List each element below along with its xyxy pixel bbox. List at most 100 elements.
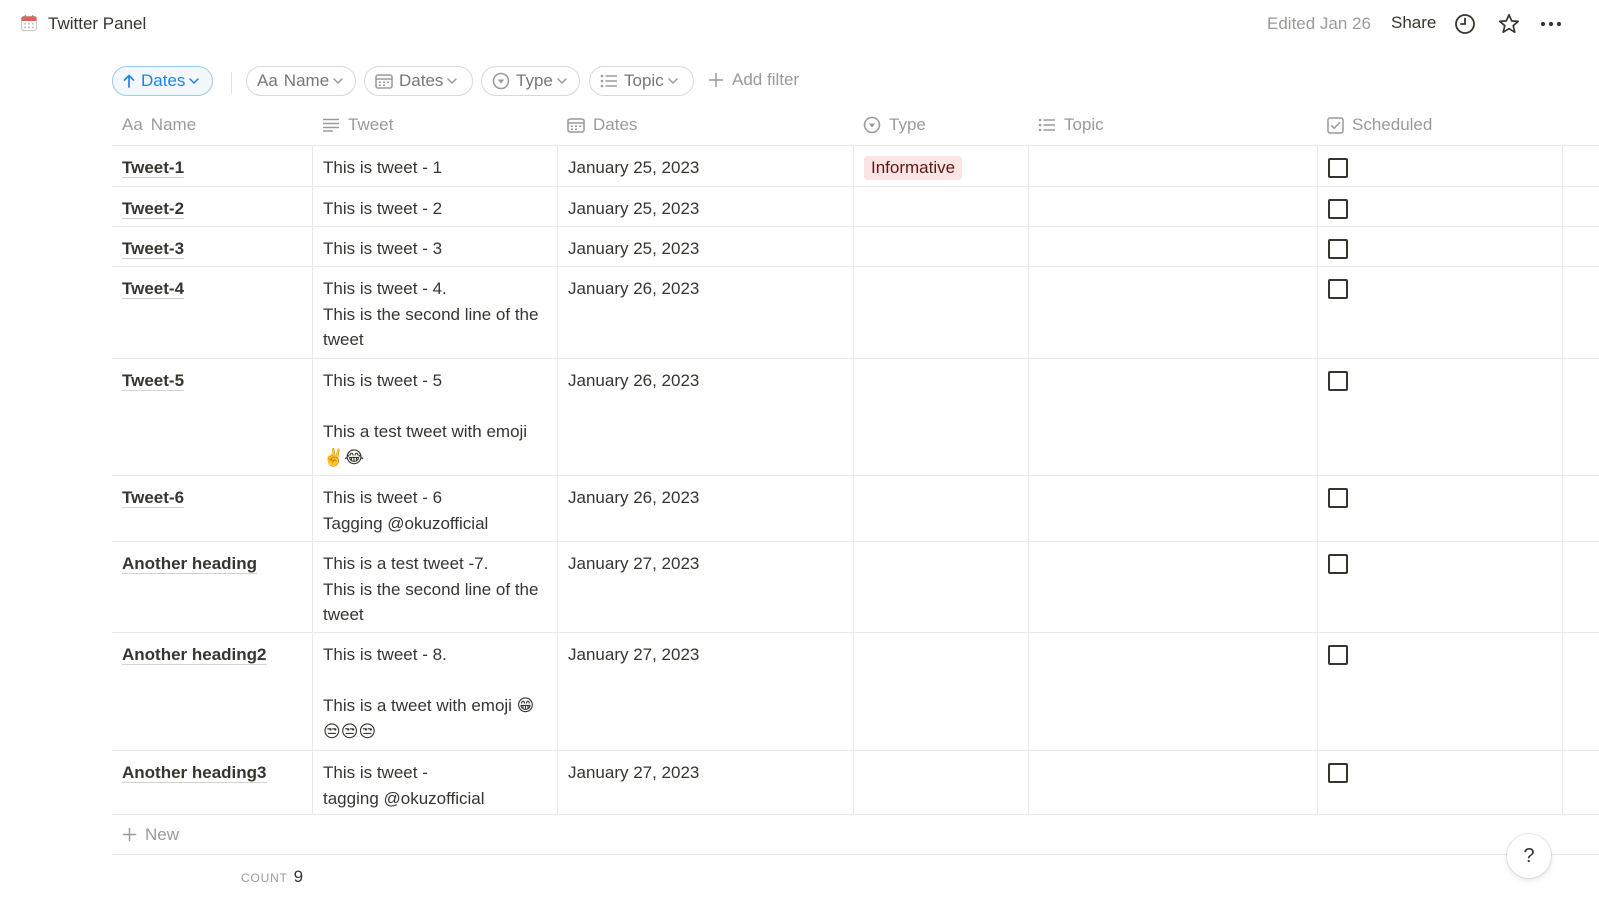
scheduled-checkbox[interactable] — [1328, 645, 1348, 665]
column-header-type[interactable]: Type — [863, 104, 926, 146]
column-header-dates[interactable]: Dates — [567, 104, 637, 146]
star-icon[interactable] — [1497, 12, 1521, 36]
page-title[interactable]: Twitter Panel — [48, 14, 146, 34]
column-header-scheduled[interactable]: Scheduled — [1327, 104, 1432, 146]
scheduled-checkbox[interactable] — [1328, 488, 1348, 508]
tweet-text: This is a test tweet -7. This is the sec… — [323, 554, 539, 625]
column-header-tweet[interactable]: Tweet — [322, 104, 393, 146]
type-cell[interactable] — [853, 476, 1028, 541]
type-cell[interactable] — [853, 359, 1028, 475]
date-cell[interactable]: January 26, 2023 — [557, 359, 853, 475]
name-cell: Tweet-5 — [112, 359, 312, 475]
top-bar: Twitter Panel Edited Jan 26 Share — [0, 0, 1599, 48]
table-row[interactable]: Tweet-4 This is tweet - 4. This is the s… — [112, 267, 1599, 359]
tweet-cell[interactable]: This is tweet - 6 Tagging @okuzofficial — [312, 476, 557, 541]
filter-chip-name[interactable]: Aa Name — [246, 66, 356, 96]
type-cell[interactable] — [853, 542, 1028, 632]
filter-chip-dates[interactable]: Dates — [364, 66, 473, 96]
date-text: January 25, 2023 — [568, 199, 700, 218]
date-cell[interactable]: January 25, 2023 — [557, 187, 853, 226]
table-row[interactable]: Tweet-3 This is tweet - 3 January 25, 20… — [112, 227, 1599, 267]
column-header-topic[interactable]: Topic — [1038, 104, 1104, 146]
row-title-link[interactable]: Tweet-6 — [122, 488, 185, 508]
scheduled-checkbox[interactable] — [1328, 239, 1348, 259]
tweet-cell[interactable]: This is a test tweet -7. This is the sec… — [312, 542, 557, 632]
tweet-text: This is tweet - tagging @okuzofficial — [323, 763, 485, 808]
scheduled-cell — [1317, 187, 1563, 226]
tweet-cell[interactable]: This is tweet - tagging @okuzofficial — [312, 751, 557, 814]
share-button[interactable]: Share — [1391, 13, 1436, 33]
table-row[interactable]: Tweet-1 This is tweet - 1 January 25, 20… — [112, 146, 1599, 187]
column-header-name[interactable]: Aa Name — [122, 104, 196, 146]
topic-cell[interactable] — [1028, 633, 1317, 750]
more-icon[interactable] — [1539, 12, 1563, 36]
tweet-cell[interactable]: This is tweet - 1 — [312, 146, 557, 186]
scheduled-checkbox[interactable] — [1328, 279, 1348, 299]
table-row[interactable]: Tweet-2 This is tweet - 2 January 25, 20… — [112, 187, 1599, 227]
table-row[interactable]: Another heading2 This is tweet - 8. This… — [112, 633, 1599, 751]
topic-cell[interactable] — [1028, 187, 1317, 226]
scheduled-cell — [1317, 359, 1563, 475]
topic-cell[interactable] — [1028, 476, 1317, 541]
type-cell[interactable]: Informative — [853, 146, 1028, 186]
scheduled-checkbox[interactable] — [1328, 199, 1348, 219]
filter-chip-type[interactable]: Type — [481, 66, 580, 96]
row-title-link[interactable]: Another heading — [122, 554, 258, 574]
row-title-link[interactable]: Tweet-1 — [122, 158, 185, 178]
clock-icon[interactable] — [1453, 12, 1477, 36]
date-text: January 27, 2023 — [568, 554, 700, 573]
scheduled-checkbox[interactable] — [1328, 763, 1348, 783]
row-title-link[interactable]: Tweet-4 — [122, 279, 185, 299]
filter-chip-label: Topic — [624, 71, 664, 90]
date-cell[interactable]: January 25, 2023 — [557, 146, 853, 186]
add-filter-button[interactable]: Add filter — [708, 70, 799, 90]
table-header: Aa Name Tweet Dates Type Topic Scheduled — [112, 104, 1599, 146]
scheduled-checkbox[interactable] — [1328, 371, 1348, 391]
date-text: January 27, 2023 — [568, 645, 700, 664]
type-cell[interactable] — [853, 187, 1028, 226]
table-row[interactable]: Another heading3 This is tweet - tagging… — [112, 751, 1599, 815]
date-cell[interactable]: January 26, 2023 — [557, 476, 853, 541]
tweet-cell[interactable]: This is tweet - 4. This is the second li… — [312, 267, 557, 358]
tweet-cell[interactable]: This is tweet - 5 This a test tweet with… — [312, 359, 557, 475]
row-title-link[interactable]: Tweet-3 — [122, 239, 185, 259]
date-cell[interactable]: January 26, 2023 — [557, 267, 853, 358]
type-cell[interactable] — [853, 267, 1028, 358]
date-cell[interactable]: January 27, 2023 — [557, 633, 853, 750]
scheduled-cell — [1317, 146, 1563, 186]
row-title-link[interactable]: Another heading3 — [122, 763, 267, 783]
topic-cell[interactable] — [1028, 267, 1317, 358]
date-cell[interactable]: January 27, 2023 — [557, 542, 853, 632]
scheduled-checkbox[interactable] — [1328, 158, 1348, 178]
tweet-cell[interactable]: This is tweet - 3 — [312, 227, 557, 266]
count-value: 9 — [293, 867, 304, 886]
table-row[interactable]: Tweet-6 This is tweet - 6 Tagging @okuzo… — [112, 476, 1599, 542]
type-cell[interactable] — [853, 227, 1028, 266]
table-row[interactable]: Another heading This is a test tweet -7.… — [112, 542, 1599, 633]
tweet-cell[interactable]: This is tweet - 8. This is a tweet with … — [312, 633, 557, 750]
type-cell[interactable] — [853, 633, 1028, 750]
scheduled-checkbox[interactable] — [1328, 554, 1348, 574]
count-summary[interactable]: COUNT 9 — [241, 867, 303, 887]
topic-cell[interactable] — [1028, 751, 1317, 814]
date-cell[interactable]: January 25, 2023 — [557, 227, 853, 266]
help-button[interactable]: ? — [1507, 834, 1551, 878]
filter-chip-topic[interactable]: Topic — [589, 66, 694, 96]
topic-cell[interactable] — [1028, 227, 1317, 266]
table-row[interactable]: Tweet-5 This is tweet - 5 This a test tw… — [112, 359, 1599, 476]
new-row-button[interactable]: New — [112, 815, 1599, 855]
date-text: January 26, 2023 — [568, 371, 700, 390]
topic-cell[interactable] — [1028, 542, 1317, 632]
type-cell[interactable] — [853, 751, 1028, 814]
tweet-cell[interactable]: This is tweet - 2 — [312, 187, 557, 226]
date-cell[interactable]: January 27, 2023 — [557, 751, 853, 814]
row-title-link[interactable]: Tweet-5 — [122, 371, 185, 391]
date-text: January 26, 2023 — [568, 279, 700, 298]
column-label: Topic — [1064, 115, 1104, 134]
topic-cell[interactable] — [1028, 359, 1317, 475]
row-title-link[interactable]: Another heading2 — [122, 645, 267, 665]
sort-chip-dates[interactable]: Dates — [112, 66, 213, 96]
topic-cell[interactable] — [1028, 146, 1317, 186]
calendar-outline-icon — [567, 117, 585, 133]
row-title-link[interactable]: Tweet-2 — [122, 199, 185, 219]
